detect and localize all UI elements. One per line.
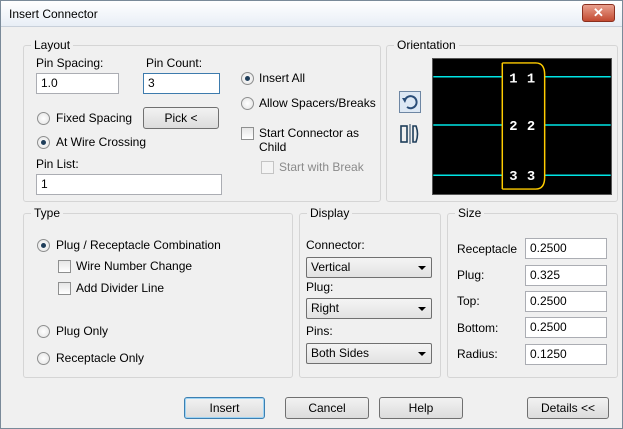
pin-spacing-label: Pin Spacing: [36,56,104,70]
allow-spacers-radio[interactable] [241,97,254,110]
plug-size-label: Plug: [457,268,485,282]
connector-select[interactable]: Vertical [306,257,432,278]
connector-label: Connector: [306,238,365,252]
pins-select-value: Both Sides [311,346,370,360]
plug-select-value: Right [311,301,340,315]
chevron-down-icon [418,307,426,311]
type-group-label: Type [31,206,64,220]
pin-spacing-input[interactable]: 1.0 [36,73,119,94]
layout-group-label: Layout [31,38,74,52]
close-icon: ✕ [593,5,604,20]
top-size-label: Top: [457,294,480,308]
pick-button[interactable]: Pick < [143,107,219,129]
add-divider-line-label[interactable]: Add Divider Line [76,281,164,295]
chevron-down-icon [418,352,426,356]
preview-pin-left-2: 2 [509,120,517,135]
radius-size-label: Radius: [457,347,498,361]
size-group-label: Size [455,206,485,220]
at-wire-crossing-radio[interactable] [37,136,50,149]
plug-display-label: Plug: [306,280,334,294]
receptacle-only-label[interactable]: Receptacle Only [56,351,144,365]
chevron-down-icon [418,266,426,270]
preview-pin-right-3: 3 [527,170,535,185]
insert-all-label[interactable]: Insert All [259,71,305,85]
close-button[interactable]: ✕ [582,4,615,22]
preview-pin-left-1: 1 [509,73,517,88]
start-connector-child-label-line2[interactable]: Child [259,140,286,154]
at-wire-crossing-label[interactable]: At Wire Crossing [56,135,146,149]
pin-list-input[interactable]: 1 [36,174,222,195]
plug-select[interactable]: Right [306,298,432,319]
preview-pin-right-2: 2 [527,120,535,135]
plug-only-label[interactable]: Plug Only [56,324,108,338]
receptacle-size-label: Receptacle [457,242,518,256]
pin-count-label: Pin Count: [146,56,203,70]
plug-only-radio[interactable] [37,325,50,338]
plug-receptacle-label[interactable]: Plug / Receptacle Combination [56,238,221,252]
start-with-break-label[interactable]: Start with Break [279,160,364,174]
details-button[interactable]: Details << [527,397,609,419]
fixed-spacing-radio[interactable] [37,112,50,125]
wire-number-change-checkbox[interactable] [58,260,71,273]
connector-preview: 1 1 2 2 3 3 [432,58,612,195]
receptacle-only-radio[interactable] [37,352,50,365]
cancel-button[interactable]: Cancel [285,397,369,419]
bottom-size-input[interactable]: 0.2500 [525,317,607,338]
allow-spacers-label[interactable]: Allow Spacers/Breaks [259,96,376,110]
plug-receptacle-radio[interactable] [37,239,50,252]
pins-label: Pins: [306,324,333,338]
start-with-break-checkbox[interactable] [261,161,274,174]
insert-connector-dialog: Insert Connector ✕ Layout Pin Spacing: 1… [0,0,623,429]
insert-button[interactable]: Insert [184,397,265,419]
start-connector-child-checkbox[interactable] [241,127,254,140]
rotate-icon[interactable] [399,91,421,113]
help-button[interactable]: Help [379,397,463,419]
radius-size-input[interactable]: 0.1250 [525,344,607,365]
start-connector-child-label-line1[interactable]: Start Connector as [259,126,359,140]
flip-icon[interactable] [399,123,421,145]
wire-number-change-label[interactable]: Wire Number Change [76,259,192,273]
preview-pin-left-3: 3 [509,170,517,185]
title-bar[interactable]: Insert Connector ✕ [1,1,622,27]
pin-list-label: Pin List: [36,157,79,171]
connector-select-value: Vertical [311,260,351,274]
pins-select[interactable]: Both Sides [306,343,432,364]
pin-count-input[interactable]: 3 [143,73,220,94]
window-title: Insert Connector [9,7,98,21]
receptacle-size-input[interactable]: 0.2500 [525,238,607,259]
add-divider-line-checkbox[interactable] [58,282,71,295]
plug-size-input[interactable]: 0.325 [525,265,607,286]
display-group-label: Display [307,206,353,220]
bottom-size-label: Bottom: [457,321,499,335]
fixed-spacing-label[interactable]: Fixed Spacing [56,111,132,125]
orientation-group-label: Orientation [394,38,459,52]
preview-pin-right-1: 1 [527,73,535,88]
insert-all-radio[interactable] [241,72,254,85]
top-size-input[interactable]: 0.2500 [525,291,607,312]
